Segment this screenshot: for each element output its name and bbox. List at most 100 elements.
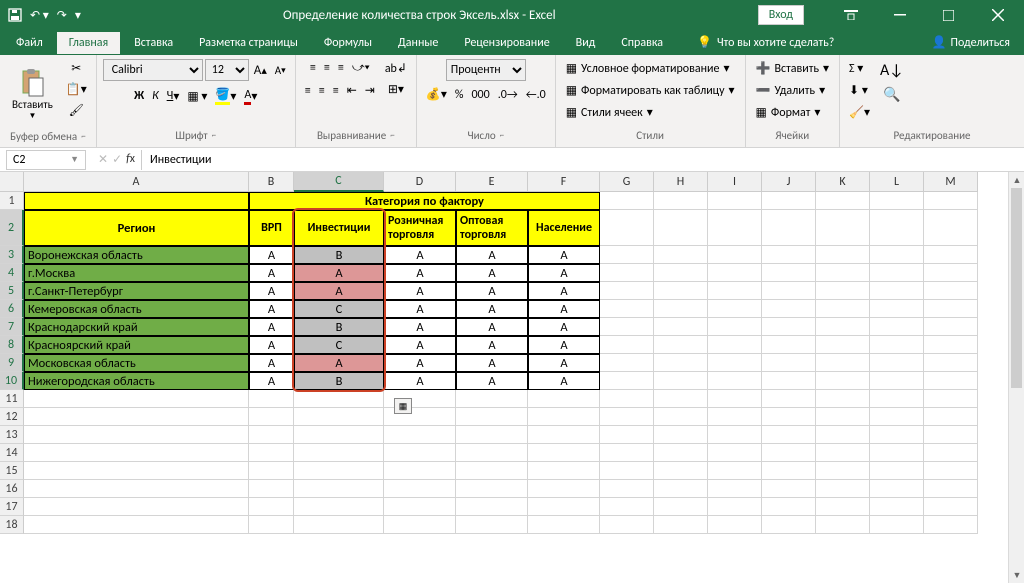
cell[interactable] [924,354,978,372]
cell[interactable]: Розничная торговля [384,210,456,246]
number-format-select[interactable]: Процентн [446,59,526,81]
tab-insert[interactable]: Вставка [122,32,185,54]
cell[interactable] [870,516,924,534]
tab-home[interactable]: Главная [57,32,120,54]
row-header-5[interactable]: 5 [0,282,24,300]
cell[interactable]: Население [528,210,600,246]
cell[interactable] [762,336,816,354]
cell[interactable] [924,210,978,246]
cell[interactable] [249,516,294,534]
cell[interactable]: C [294,300,384,318]
cell[interactable] [528,408,600,426]
cell[interactable] [924,318,978,336]
number-launcher-icon[interactable]: ⌐ [500,130,504,141]
cell[interactable] [600,336,654,354]
cell[interactable] [762,318,816,336]
maximize-icon[interactable] [926,0,971,30]
cell[interactable] [870,372,924,390]
cell[interactable]: A [249,264,294,282]
cell[interactable] [762,480,816,498]
cell[interactable] [456,426,528,444]
paste-button[interactable]: Вставить▼ [6,59,59,129]
cell[interactable] [870,282,924,300]
row-header-3[interactable]: 3 [0,246,24,264]
cell[interactable]: B [294,318,384,336]
cell[interactable] [816,408,870,426]
font-name-select[interactable]: Calibri [103,59,203,81]
cell[interactable] [924,444,978,462]
cell[interactable]: B [294,246,384,264]
col-header-H[interactable]: H [654,172,708,192]
cell[interactable]: A [456,246,528,264]
row-headers[interactable]: 123456789101112131415161718 [0,192,24,534]
cell[interactable] [708,498,762,516]
cell[interactable]: A [384,354,456,372]
cell[interactable] [600,444,654,462]
cell[interactable] [762,264,816,282]
cell[interactable] [870,318,924,336]
cell[interactable] [924,498,978,516]
cell[interactable]: A [456,264,528,282]
cell[interactable]: A [528,282,600,300]
cell[interactable] [384,498,456,516]
scrollbar-vertical[interactable]: ▲ ▼ [1008,172,1024,583]
cell[interactable] [600,192,654,210]
cell[interactable] [528,498,600,516]
cell[interactable]: A [456,318,528,336]
insert-cells-button[interactable]: ➕Вставить ▾ [752,59,834,78]
cell[interactable] [528,516,600,534]
cell[interactable]: A [384,372,456,390]
cell[interactable]: A [528,300,600,318]
cell[interactable]: A [528,354,600,372]
cell[interactable]: Оптовая торговля [456,210,528,246]
cell[interactable] [456,480,528,498]
cell[interactable] [762,372,816,390]
cell[interactable] [600,264,654,282]
cell[interactable] [708,282,762,300]
cell[interactable] [24,462,249,480]
cell[interactable]: Кемеровская область [24,300,249,318]
cell[interactable]: Красноярский край [24,336,249,354]
cell[interactable] [384,516,456,534]
cell[interactable] [870,354,924,372]
cell[interactable] [600,372,654,390]
cell[interactable] [762,390,816,408]
cell[interactable] [708,264,762,282]
minimize-icon[interactable] [877,0,922,30]
cell[interactable] [456,462,528,480]
cell[interactable]: A [249,336,294,354]
cell[interactable] [924,390,978,408]
cell[interactable] [816,480,870,498]
cell[interactable]: A [384,336,456,354]
cell[interactable] [600,318,654,336]
ribbon-options-icon[interactable] [828,0,873,30]
decrease-font-icon[interactable]: A▾ [272,62,289,79]
cell[interactable] [600,480,654,498]
col-header-C[interactable]: C [294,172,384,192]
cell[interactable] [870,426,924,444]
cell[interactable] [384,462,456,480]
cell[interactable] [654,372,708,390]
cell[interactable] [816,426,870,444]
cell[interactable] [924,246,978,264]
cell[interactable] [600,516,654,534]
cell[interactable]: A [528,336,600,354]
cell[interactable] [294,426,384,444]
scroll-up-icon[interactable]: ▲ [1009,172,1024,188]
cell[interactable] [294,480,384,498]
cell[interactable] [762,210,816,246]
cell[interactable] [816,192,870,210]
row-header-12[interactable]: 12 [0,408,24,426]
cell[interactable] [600,462,654,480]
cell[interactable] [24,444,249,462]
cut-icon[interactable]: ✂ [68,59,84,78]
cell[interactable]: г.Москва [24,264,249,282]
cell[interactable] [870,480,924,498]
cell[interactable] [654,282,708,300]
row-header-1[interactable]: 1 [0,192,24,210]
cell[interactable] [654,462,708,480]
cell[interactable] [816,264,870,282]
cell[interactable]: Московская область [24,354,249,372]
cell[interactable] [24,516,249,534]
cell[interactable] [528,480,600,498]
